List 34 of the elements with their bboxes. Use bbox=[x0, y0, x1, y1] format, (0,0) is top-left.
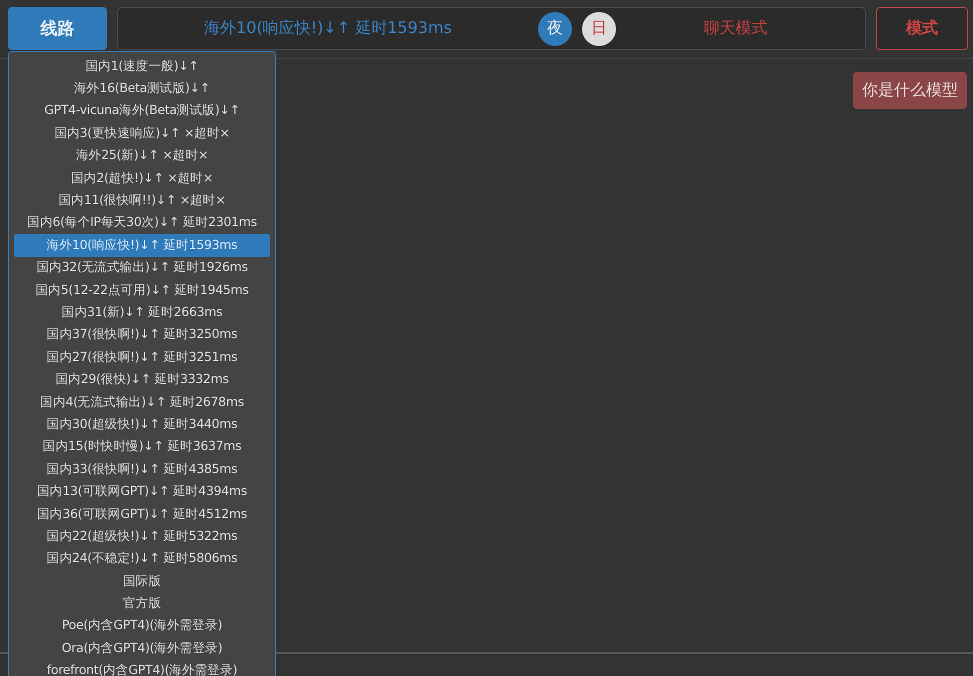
route-option[interactable]: 海外25(新)↓↑ ×超时× bbox=[14, 144, 270, 167]
route-button[interactable]: 线路 bbox=[8, 7, 107, 50]
route-option[interactable]: 国内6(每个IP每天30次)↓↑ 延时2301ms bbox=[14, 212, 270, 234]
route-option[interactable]: 国内24(不稳定!)↓↑ 延时5806ms bbox=[14, 548, 270, 570]
mode-label: 聊天模式 bbox=[702, 18, 768, 39]
route-option[interactable]: 国内37(很快啊!)↓↑ 延时3250ms bbox=[14, 324, 270, 346]
route-option[interactable]: 国内22(超级快!)↓↑ 延时5322ms bbox=[14, 525, 270, 548]
route-option[interactable]: forefront(内含GPT4)(海外需登录) bbox=[14, 660, 270, 676]
route-option[interactable]: 官方版 bbox=[14, 592, 270, 615]
route-option[interactable]: 国内30(超级快!)↓↑ 延时3440ms bbox=[14, 413, 270, 436]
route-option[interactable]: 国内36(可联网GPT)↓↑ 延时4512ms bbox=[14, 502, 270, 526]
route-option[interactable]: Poe(内含GPT4)(海外需登录) bbox=[14, 614, 270, 638]
route-option[interactable]: 国内32(无流式输出)↓↑ 延时1926ms bbox=[14, 256, 270, 279]
route-option[interactable]: 国内33(很快啊!)↓↑ 延时4385ms bbox=[14, 458, 270, 480]
route-option[interactable]: 国内11(很快啊!!)↓↑ ×超时× bbox=[14, 189, 270, 212]
route-option[interactable]: 国内4(无流式输出)↓↑ 延时2678ms bbox=[14, 390, 270, 414]
route-option[interactable]: 国内5(12-22点可用)↓↑ 延时1945ms bbox=[14, 278, 270, 302]
message-bubble: 你是什么模型 bbox=[853, 72, 967, 109]
route-option[interactable]: 海外16(Beta测试版)↓↑ bbox=[14, 77, 270, 100]
current-route: 海外10(响应快!)↓↑ 延时1593ms bbox=[203, 18, 453, 39]
route-option[interactable]: 国内29(很快)↓↑ 延时3332ms bbox=[14, 368, 270, 391]
route-option[interactable]: Ora(内含GPT4)(海外需登录) bbox=[14, 637, 270, 660]
route-option[interactable]: 国内13(可联网GPT)↓↑ 延时4394ms bbox=[14, 480, 270, 503]
route-option[interactable]: 海外10(响应快!)↓↑ 延时1593ms bbox=[14, 234, 270, 257]
route-option[interactable]: 国内1(速度一般)↓↑ bbox=[14, 55, 270, 78]
route-option[interactable]: 国内15(时快时慢)↓↑ 延时3637ms bbox=[14, 436, 270, 458]
route-option[interactable]: 国内3(更快速响应)↓↑ ×超时× bbox=[14, 122, 270, 145]
theme-toggle[interactable]: 日 bbox=[582, 12, 616, 46]
theme-toggle[interactable]: 夜 bbox=[538, 12, 572, 46]
route-option[interactable]: GPT4-vicuna海外(Beta测试版)↓↑ bbox=[14, 100, 270, 122]
route-option[interactable]: 国际版 bbox=[14, 570, 270, 592]
route-option[interactable]: 国内27(很快啊!)↓↑ 延时3251ms bbox=[14, 346, 270, 368]
route-option[interactable]: 国内2(超快!)↓↑ ×超时× bbox=[14, 166, 270, 190]
route-option[interactable]: 国内31(新)↓↑ 延时2663ms bbox=[14, 301, 270, 324]
